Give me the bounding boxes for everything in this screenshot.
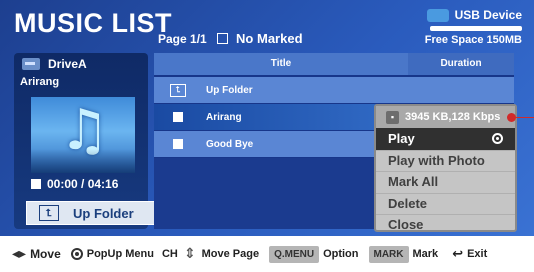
menu-item-play-with-photo[interactable]: Play with Photo	[376, 149, 515, 172]
file-info-icon: ▪	[386, 110, 399, 124]
up-folder-icon: ⮤	[170, 83, 186, 97]
popup-file-info: ▪ 3945 KB,128 Kbps	[376, 106, 515, 128]
annotation-pointer-line	[515, 117, 534, 118]
mark-key: MARK	[368, 245, 409, 263]
marked-status: No Marked	[216, 31, 303, 46]
menu-item-play[interactable]: Play	[376, 128, 515, 150]
help-exit: Exit	[467, 248, 488, 260]
usb-device-info: USB Device Free Space 150MB	[425, 8, 522, 46]
music-list-screen: MUSIC LIST Page 1/1 No Marked USB Device…	[0, 0, 534, 236]
list-item-up-folder[interactable]: ⮤ Up Folder	[154, 77, 514, 103]
help-move-page: Move Page	[201, 248, 260, 260]
popup-menu: ▪ 3945 KB,128 Kbps Play Play with Photo …	[374, 104, 517, 232]
page-info: Page 1/1 No Marked	[158, 31, 303, 46]
help-mark: Mark	[412, 248, 439, 260]
help-move: Move	[30, 247, 61, 261]
free-space-label: Free Space 150MB	[424, 34, 522, 46]
checkbox-icon[interactable]	[173, 139, 183, 149]
qmenu-key: Q.MENU	[269, 245, 320, 263]
drive-name: DriveA	[48, 57, 87, 71]
menu-item-mark-all[interactable]: Mark All	[376, 171, 515, 193]
now-playing-panel: DriveA Arirang ♫ 00:00 / 04:16 ⮤ Up Fold…	[14, 53, 160, 229]
column-header-title[interactable]: Title	[154, 53, 408, 75]
page-title: MUSIC LIST	[14, 8, 172, 38]
exit-icon: ↩	[452, 246, 464, 262]
up-folder-button[interactable]: ⮤ Up Folder	[26, 201, 160, 225]
current-song-name: Arirang	[20, 76, 60, 88]
album-art: ♫	[31, 97, 135, 173]
marked-status-label: No Marked	[236, 31, 303, 46]
column-header-duration[interactable]: Duration	[408, 53, 514, 75]
ok-button-icon	[70, 248, 83, 260]
help-option: Option	[323, 248, 359, 260]
menu-item-delete[interactable]: Delete	[376, 192, 515, 215]
arrows-icon: ◂▸	[12, 246, 27, 262]
help-ch: CH	[161, 248, 178, 260]
stop-icon	[31, 179, 41, 189]
help-bar: ◂▸ Move PopUp Menu CH ⇕ Move Page Q.MENU…	[0, 236, 534, 272]
drive-icon	[22, 58, 40, 70]
list-header: Title Duration	[154, 53, 514, 75]
playback-time: 00:00 / 04:16	[47, 177, 119, 191]
menu-item-close[interactable]: Close	[376, 214, 515, 236]
page-indicator: Page 1/1	[158, 31, 207, 46]
usb-device-label: USB Device	[454, 8, 522, 22]
usb-icon	[426, 8, 449, 22]
marked-checkbox-icon	[216, 33, 228, 44]
help-popup-menu: PopUp Menu	[86, 248, 154, 260]
file-info-text: 3945 KB,128 Kbps	[405, 111, 501, 123]
chevron-up-down-icon: ⇕	[183, 246, 196, 262]
up-folder-icon: ⮤	[39, 205, 59, 221]
radio-selected-icon	[492, 133, 503, 144]
up-folder-button-label: Up Folder	[73, 205, 134, 221]
checkbox-icon[interactable]	[173, 112, 183, 122]
list-item-label: Up Folder	[206, 84, 253, 96]
usb-capacity-bar	[430, 26, 522, 31]
